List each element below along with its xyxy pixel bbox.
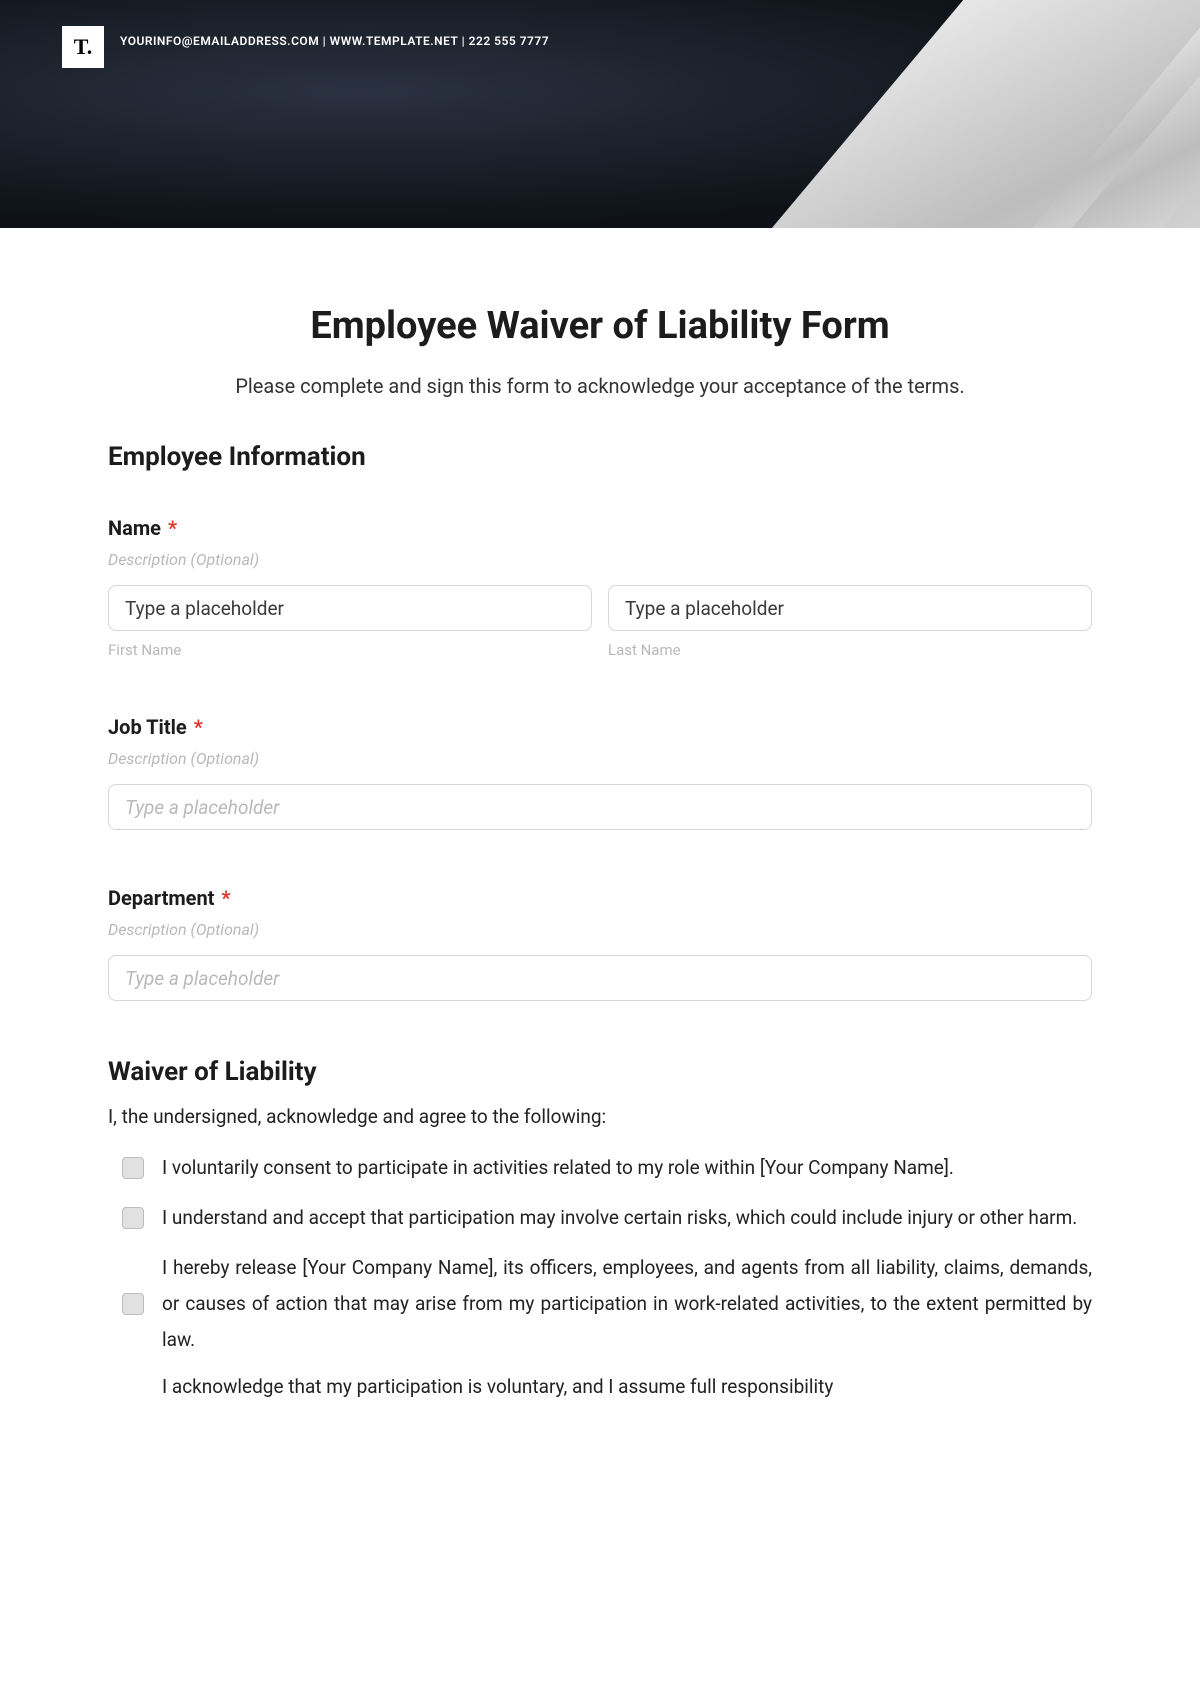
logo: T.	[62, 26, 104, 68]
header-contact-line: YOURINFO@EMAILADDRESS.COM | WWW.TEMPLATE…	[120, 34, 549, 48]
field-job-title: Job Title * Description (Optional)	[108, 715, 1092, 830]
field-description: Description (Optional)	[108, 920, 1092, 939]
field-label-text: Department	[108, 886, 214, 910]
term-text: I understand and accept that participati…	[162, 1200, 1092, 1236]
field-description: Description (Optional)	[108, 749, 1092, 768]
field-label-job-title: Job Title *	[108, 715, 1092, 739]
form-page: Employee Waiver of Liability Form Please…	[0, 228, 1200, 1402]
sublabel-last-name: Last Name	[608, 641, 1092, 659]
term-checkbox[interactable]	[122, 1157, 144, 1179]
field-label-department: Department *	[108, 886, 1092, 910]
section-heading-waiver: Waiver of Liability	[108, 1057, 1092, 1087]
section-heading-employee-info: Employee Information	[108, 442, 1092, 472]
term-row: I hereby release [Your Company Name], it…	[122, 1250, 1092, 1358]
last-name-input[interactable]	[608, 585, 1092, 631]
field-department: Department * Description (Optional)	[108, 886, 1092, 1001]
term-text: I hereby release [Your Company Name], it…	[162, 1250, 1092, 1358]
term-row: I acknowledge that my participation is v…	[122, 1372, 1092, 1402]
header-banner: T. YOURINFO@EMAILADDRESS.COM | WWW.TEMPL…	[0, 0, 1200, 228]
field-label-text: Job Title	[108, 715, 187, 739]
required-star: *	[194, 715, 203, 739]
term-checkbox[interactable]	[122, 1207, 144, 1229]
first-name-input[interactable]	[108, 585, 592, 631]
term-checkbox[interactable]	[122, 1293, 144, 1315]
term-row: I voluntarily consent to participate in …	[122, 1150, 1092, 1186]
field-label-text: Name	[108, 516, 161, 540]
term-text: I voluntarily consent to participate in …	[162, 1150, 1092, 1186]
job-title-input[interactable]	[108, 784, 1092, 830]
sublabel-first-name: First Name	[108, 641, 592, 659]
term-row: I understand and accept that participati…	[122, 1200, 1092, 1236]
page-subtitle: Please complete and sign this form to ac…	[108, 374, 1092, 398]
required-star: *	[221, 886, 230, 910]
waiver-intro-text: I, the undersigned, acknowledge and agre…	[108, 1105, 1092, 1128]
term-text: I acknowledge that my participation is v…	[162, 1372, 1092, 1402]
required-star: *	[168, 516, 177, 540]
field-name: Name * Description (Optional) First Name…	[108, 516, 1092, 659]
waiver-terms-list: I voluntarily consent to participate in …	[108, 1150, 1092, 1402]
page-title: Employee Waiver of Liability Form	[108, 304, 1092, 348]
field-label-name: Name *	[108, 516, 1092, 540]
department-input[interactable]	[108, 955, 1092, 1001]
field-description: Description (Optional)	[108, 550, 1092, 569]
